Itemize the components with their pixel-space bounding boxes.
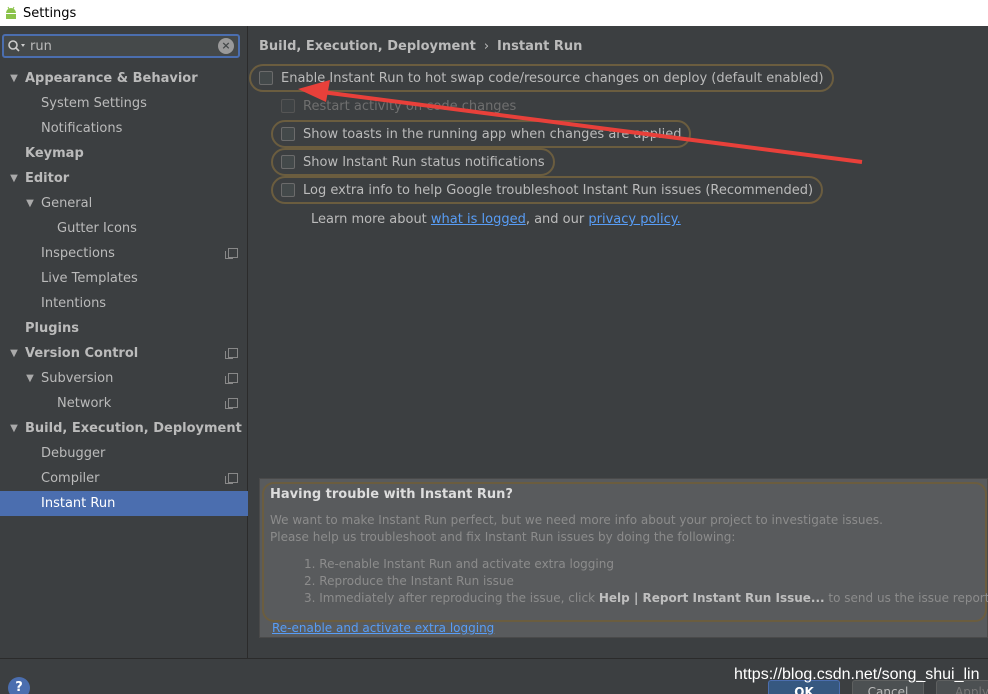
- sidebar-item-label: Intentions: [41, 296, 107, 311]
- trouble-line-2: Please help us troubleshoot and fix Inst…: [270, 530, 736, 544]
- sidebar-item-general[interactable]: ▼ General: [0, 191, 248, 216]
- trouble-step-1: 1. Re-enable Instant Run and activate ex…: [304, 557, 614, 571]
- status-notifications-label: Show Instant Run status notifications: [303, 154, 545, 170]
- sidebar-item-inspections[interactable]: Inspections: [0, 241, 248, 266]
- breadcrumb-separator: ›: [483, 39, 490, 54]
- sidebar-item-label: Editor: [25, 171, 70, 186]
- sidebar-item-live-templates[interactable]: Live Templates: [0, 266, 248, 291]
- sidebar-item-label: Inspections: [41, 246, 115, 261]
- sidebar-item-network[interactable]: Network: [0, 391, 248, 416]
- enable-instant-run-option[interactable]: Enable Instant Run to hot swap code/reso…: [249, 64, 834, 92]
- sidebar-item-label: Instant Run: [41, 496, 116, 511]
- project-settings-icon: [225, 248, 238, 259]
- title-bar: Settings: [0, 0, 988, 26]
- sidebar-item-editor[interactable]: ▼ Editor: [0, 166, 248, 191]
- sidebar-item-system-settings[interactable]: System Settings: [0, 91, 248, 116]
- expand-arrow-icon[interactable]: ▼: [8, 166, 20, 191]
- sidebar-item-debugger[interactable]: Debugger: [0, 441, 248, 466]
- expand-arrow-icon[interactable]: ▼: [24, 366, 36, 391]
- sidebar-item-notifications[interactable]: Notifications: [0, 116, 248, 141]
- learn-more-text: Learn more about what is logged, and our…: [311, 212, 681, 227]
- sidebar-item-label: Version Control: [25, 346, 139, 361]
- trouble-line-1: We want to make Instant Run perfect, but…: [270, 513, 883, 527]
- trouble-panel: Having trouble with Instant Run? We want…: [259, 478, 988, 638]
- sidebar-item-subversion[interactable]: ▼ Subversion: [0, 366, 248, 391]
- sidebar-item-intentions[interactable]: Intentions: [0, 291, 248, 316]
- breadcrumb-parent[interactable]: Build, Execution, Deployment: [259, 39, 476, 54]
- sidebar-item-plugins[interactable]: Plugins: [0, 316, 248, 341]
- trouble-title: Having trouble with Instant Run?: [270, 487, 513, 502]
- enable-instant-run-label: Enable Instant Run to hot swap code/reso…: [281, 70, 824, 86]
- expand-arrow-icon[interactable]: ▼: [24, 191, 36, 216]
- trouble-step-3-suffix: to send us the issue report.: [824, 591, 988, 605]
- report-issue-menu-path: Help | Report Instant Run Issue...: [598, 591, 825, 605]
- sidebar-item-label: Subversion: [41, 371, 114, 386]
- log-extra-info-checkbox[interactable]: [281, 183, 295, 197]
- sidebar-item-instant-run[interactable]: Instant Run: [0, 491, 248, 516]
- search-icon[interactable]: [7, 36, 29, 56]
- sidebar-item-appearance-behavior[interactable]: ▼ Appearance & Behavior: [0, 66, 248, 91]
- reenable-logging-link[interactable]: Re-enable and activate extra logging: [272, 621, 494, 635]
- search-box[interactable]: run ×: [2, 34, 240, 58]
- android-icon: [6, 6, 16, 19]
- what-is-logged-link[interactable]: what is logged: [431, 212, 526, 227]
- sidebar-item-label: Gutter Icons: [57, 221, 137, 236]
- settings-tree: ▼ Appearance & Behavior System Settings Not…: [0, 66, 248, 516]
- expand-arrow-icon[interactable]: ▼: [8, 341, 20, 366]
- settings-sidebar: run × ▼ Appearance & Behavior System Setti…: [0, 26, 248, 658]
- restart-activity-label: Restart activity on code changes: [303, 98, 517, 114]
- settings-content: Build, Execution, Deployment › Instant Run…: [249, 26, 988, 658]
- restart-activity-option[interactable]: Restart activity on code changes: [271, 92, 526, 120]
- project-settings-icon: [225, 348, 238, 359]
- help-icon[interactable]: ?: [8, 677, 30, 694]
- trouble-step-3-prefix: 3. Immediately after reproducing the iss…: [304, 591, 599, 605]
- sidebar-item-label: General: [41, 196, 93, 211]
- project-settings-icon: [225, 398, 238, 409]
- show-toasts-label: Show toasts in the running app when chan…: [303, 126, 682, 142]
- sidebar-item-build-execution-deployment[interactable]: ▼ Build, Execution, Deployment: [0, 416, 248, 441]
- breadcrumb-current: Instant Run: [497, 39, 583, 54]
- show-toasts-checkbox[interactable]: [281, 127, 295, 141]
- status-notifications-option[interactable]: Show Instant Run status notifications: [271, 148, 555, 176]
- expand-arrow-icon[interactable]: ▼: [8, 66, 20, 91]
- clear-search-icon[interactable]: ×: [218, 38, 234, 54]
- sidebar-item-compiler[interactable]: Compiler: [0, 466, 248, 491]
- sidebar-item-label: Compiler: [41, 471, 100, 486]
- sidebar-item-gutter-icons[interactable]: Gutter Icons: [0, 216, 248, 241]
- sidebar-item-label: Keymap: [25, 146, 84, 161]
- search-input[interactable]: run: [29, 39, 218, 54]
- bottom-bar: ? OK Cancel Apply https://blog.csdn.net/…: [0, 658, 988, 694]
- project-settings-icon: [225, 473, 238, 484]
- sidebar-item-label: Network: [57, 396, 112, 411]
- trouble-step-3: 3. Immediately after reproducing the iss…: [304, 591, 988, 605]
- window-title: Settings: [23, 5, 77, 21]
- sidebar-item-label: Debugger: [41, 446, 106, 461]
- sidebar-item-label: System Settings: [41, 96, 147, 111]
- learn-more-middle: , and our: [525, 212, 589, 227]
- log-extra-info-option[interactable]: Log extra info to help Google troublesho…: [271, 176, 824, 204]
- privacy-policy-link[interactable]: privacy policy.: [588, 212, 680, 227]
- sidebar-item-label: Appearance & Behavior: [25, 71, 198, 86]
- watermark-text: https://blog.csdn.net/song_shui_lin: [734, 666, 980, 683]
- expand-arrow-icon[interactable]: ▼: [8, 416, 20, 441]
- restart-activity-checkbox[interactable]: [281, 99, 295, 113]
- sidebar-item-version-control[interactable]: ▼ Version Control: [0, 341, 248, 366]
- project-settings-icon: [225, 373, 238, 384]
- sidebar-item-keymap[interactable]: Keymap: [0, 141, 248, 166]
- status-notifications-checkbox[interactable]: [281, 155, 295, 169]
- sidebar-item-label: Build, Execution, Deployment: [25, 421, 242, 436]
- show-toasts-option[interactable]: Show toasts in the running app when chan…: [271, 120, 692, 148]
- breadcrumb: Build, Execution, Deployment › Instant Run: [259, 39, 582, 54]
- sidebar-item-label: Plugins: [25, 321, 79, 336]
- trouble-step-2: 2. Reproduce the Instant Run issue: [304, 574, 514, 588]
- sidebar-item-label: Notifications: [41, 121, 123, 136]
- learn-more-prefix: Learn more about: [311, 212, 431, 227]
- log-extra-info-label: Log extra info to help Google troublesho…: [303, 182, 814, 198]
- sidebar-item-label: Live Templates: [41, 271, 138, 286]
- enable-instant-run-checkbox[interactable]: [259, 71, 273, 85]
